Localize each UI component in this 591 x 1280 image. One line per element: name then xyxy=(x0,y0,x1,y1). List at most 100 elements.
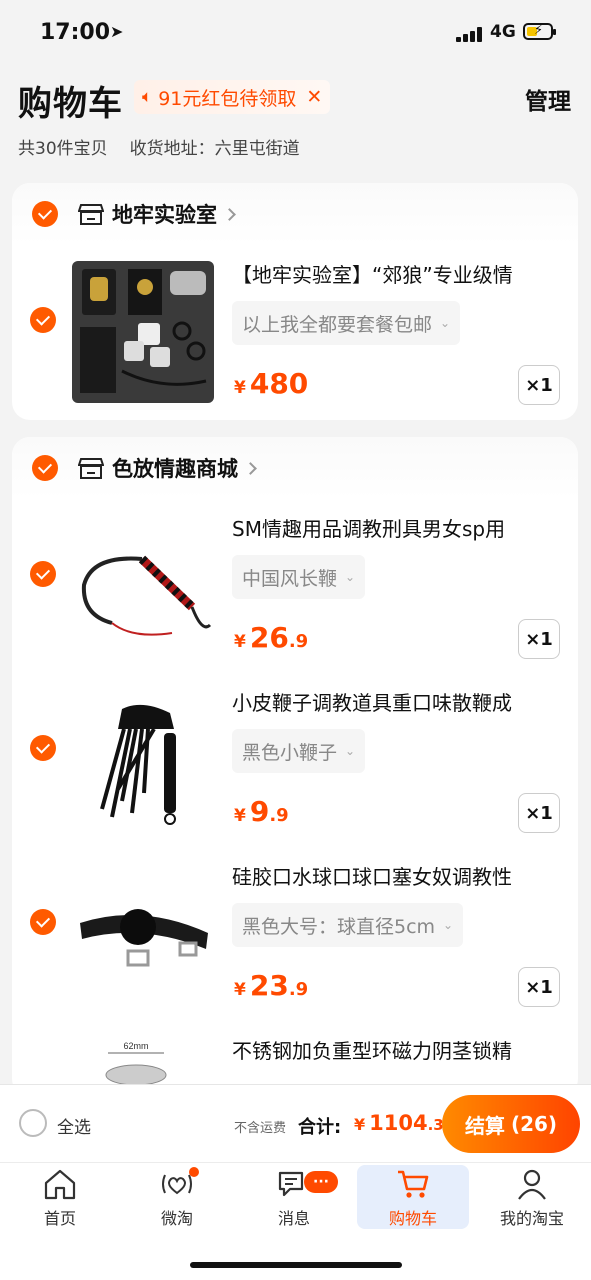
chevron-down-icon: ⌄ xyxy=(443,918,454,932)
store-icon xyxy=(78,458,104,479)
sku-label: 黑色大号：球直径5cm xyxy=(242,915,436,938)
signal-icon xyxy=(456,26,484,42)
item-price: ¥480 xyxy=(234,367,308,400)
price-integer: 26 xyxy=(249,621,289,654)
close-icon[interactable]: ✕ xyxy=(306,86,322,108)
tab-label: 微淘 xyxy=(160,1209,193,1228)
promo-text: 91元红包待领取 xyxy=(158,87,297,110)
tab-profile[interactable]: 我的淘宝 xyxy=(476,1165,588,1229)
shop-card: 色放情趣商城 SM情趣用品调教刑具男女sp用 中国风长鞭 ⌄ ¥26.9 ×1 xyxy=(12,437,578,1097)
shop-name[interactable]: 地牢实验室 xyxy=(112,199,217,229)
sku-selector[interactable]: 中国风长鞭 ⌄ xyxy=(232,555,366,599)
product-thumbnail[interactable] xyxy=(72,689,214,831)
checkout-count: (26) xyxy=(510,1112,558,1136)
store-icon xyxy=(78,204,104,225)
shop-name[interactable]: 色放情趣商城 xyxy=(112,453,238,483)
sku-label: 中国风长鞭 xyxy=(242,567,338,590)
home-indicator xyxy=(190,1262,402,1268)
cart-item[interactable]: 【地牢实验室】“郊狼”专业级情 以上我全都要套餐包邮 ⌄ ¥480 ×1 xyxy=(12,245,578,419)
price-decimal: .9 xyxy=(288,979,309,1000)
price-decimal: .9 xyxy=(269,805,289,826)
tab-cart[interactable]: 购物车 xyxy=(357,1165,469,1229)
red-packet-banner[interactable]: 🔈︎ 91元红包待领取 ✕ xyxy=(134,80,331,114)
tab-messages[interactable]: ··· 消息 xyxy=(238,1165,350,1229)
shop-header: 色放情趣商城 xyxy=(12,437,578,499)
cart-item[interactable]: SM情趣用品调教刑具男女sp用 中国风长鞭 ⌄ ¥26.9 ×1 xyxy=(12,499,578,673)
currency-symbol: ¥ xyxy=(234,806,246,826)
shipping-address[interactable]: 收货地址：六里屯街道 xyxy=(130,134,300,159)
profile-icon xyxy=(518,1169,546,1200)
item-title[interactable]: SM情趣用品调教刑具男女sp用 xyxy=(232,513,562,542)
price-integer: 23 xyxy=(249,969,289,1002)
tab-label: 消息 xyxy=(277,1209,310,1228)
item-checkbox[interactable] xyxy=(30,561,56,587)
speaker-icon: 🔈︎ xyxy=(142,87,153,107)
shipping-note: 不含运费 xyxy=(234,1121,287,1136)
sku-selector[interactable]: 以上我全都要套餐包邮 ⌄ xyxy=(232,301,461,345)
tab-weitao[interactable]: 微淘 xyxy=(121,1165,233,1229)
home-icon xyxy=(44,1169,76,1200)
chevron-right-icon xyxy=(244,461,257,475)
product-thumbnail[interactable] xyxy=(72,261,214,403)
tab-label: 我的淘宝 xyxy=(499,1209,564,1228)
battery-icon: ⚡ xyxy=(523,23,556,40)
product-thumbnail[interactable] xyxy=(72,515,214,657)
cart-icon xyxy=(398,1170,429,1198)
sku-selector[interactable]: 黑色小鞭子 ⌄ xyxy=(232,729,366,773)
price-decimal: .9 xyxy=(288,631,309,652)
sku-selector[interactable]: 黑色大号：球直径5cm ⌄ xyxy=(232,903,464,947)
item-title[interactable]: 不锈钢加负重型环磁力阴茎锁精 xyxy=(232,1035,562,1064)
checkout-bar: 全选 不含运费 合计: ¥1104.3 结算 (26) xyxy=(0,1084,591,1162)
chevron-right-icon xyxy=(223,207,236,221)
item-checkbox[interactable] xyxy=(30,735,56,761)
item-title[interactable]: 硅胶口水球口球口塞女奴调教性 xyxy=(232,861,562,890)
shop-checkbox[interactable] xyxy=(32,455,58,481)
quantity-button[interactable]: ×1 xyxy=(518,365,560,405)
currency-symbol: ¥ xyxy=(234,378,246,398)
item-price: ¥26.9 xyxy=(234,621,308,654)
cart-item[interactable]: 小皮鞭子调教道具重口味散鞭成 黑色小鞭子 ⌄ ¥9.9 ×1 xyxy=(12,673,578,847)
cart-item[interactable]: 硅胶口水球口球口塞女奴调教性 黑色大号：球直径5cm ⌄ ¥23.9 ×1 xyxy=(12,847,578,1021)
tab-home[interactable]: 首页 xyxy=(4,1165,116,1229)
shop-header: 地牢实验室 xyxy=(12,183,578,245)
message-badge: ··· xyxy=(304,1171,338,1193)
tab-label: 购物车 xyxy=(388,1209,437,1228)
chevron-down-icon: ⌄ xyxy=(345,744,356,758)
location-arrow-icon: ➤ xyxy=(110,22,124,41)
quantity-button[interactable]: ×1 xyxy=(518,967,560,1007)
quantity-button[interactable]: ×1 xyxy=(518,793,560,833)
status-time: 17:00 xyxy=(40,20,111,45)
item-price: ¥23.9 xyxy=(234,969,308,1002)
item-checkbox[interactable] xyxy=(30,909,56,935)
status-bar: 17:00 ➤ 4G ⚡ xyxy=(0,0,591,64)
product-thumbnail[interactable] xyxy=(72,863,214,1005)
cart-summary: 共30件宝贝 收货地址：六里屯街道 xyxy=(18,134,300,159)
chevron-down-icon: ⌄ xyxy=(345,570,356,584)
total-price: ¥1104.3 xyxy=(354,1111,444,1135)
page-title: 购物车 xyxy=(18,84,123,124)
quantity-button[interactable]: ×1 xyxy=(518,619,560,659)
select-all-label[interactable]: 全选 xyxy=(57,1113,91,1138)
network-label: 4G xyxy=(490,22,516,42)
currency-symbol: ¥ xyxy=(234,980,246,1000)
item-count: 共30件宝贝 xyxy=(18,139,108,159)
notification-dot xyxy=(189,1167,199,1177)
checkout-label: 结算 xyxy=(464,1113,505,1138)
item-checkbox[interactable] xyxy=(30,307,56,333)
chevron-down-icon: ⌄ xyxy=(440,316,451,330)
sku-label: 以上我全都要套餐包邮 xyxy=(242,313,433,336)
checkout-button[interactable]: 结算 (26) xyxy=(442,1095,580,1153)
manage-button[interactable]: 管理 xyxy=(525,82,571,116)
total-label: 合计: xyxy=(298,1117,342,1138)
item-title[interactable]: 小皮鞭子调教道具重口味散鞭成 xyxy=(232,687,562,716)
price-integer: 9 xyxy=(249,795,270,828)
shop-card: 地牢实验室 【地牢实验室】“郊狼”专业级情 以上我全都要套餐包邮 ⌄ ¥480 xyxy=(12,183,578,420)
thumb-dimension-label: 62mm xyxy=(123,1041,148,1051)
select-all-checkbox[interactable] xyxy=(19,1109,47,1137)
sku-label: 黑色小鞭子 xyxy=(242,741,338,764)
shop-checkbox[interactable] xyxy=(32,201,58,227)
currency-symbol: ¥ xyxy=(234,632,246,652)
tab-label: 首页 xyxy=(43,1209,76,1228)
item-title[interactable]: 【地牢实验室】“郊狼”专业级情 xyxy=(232,259,562,288)
currency-symbol: ¥ xyxy=(354,1115,366,1134)
